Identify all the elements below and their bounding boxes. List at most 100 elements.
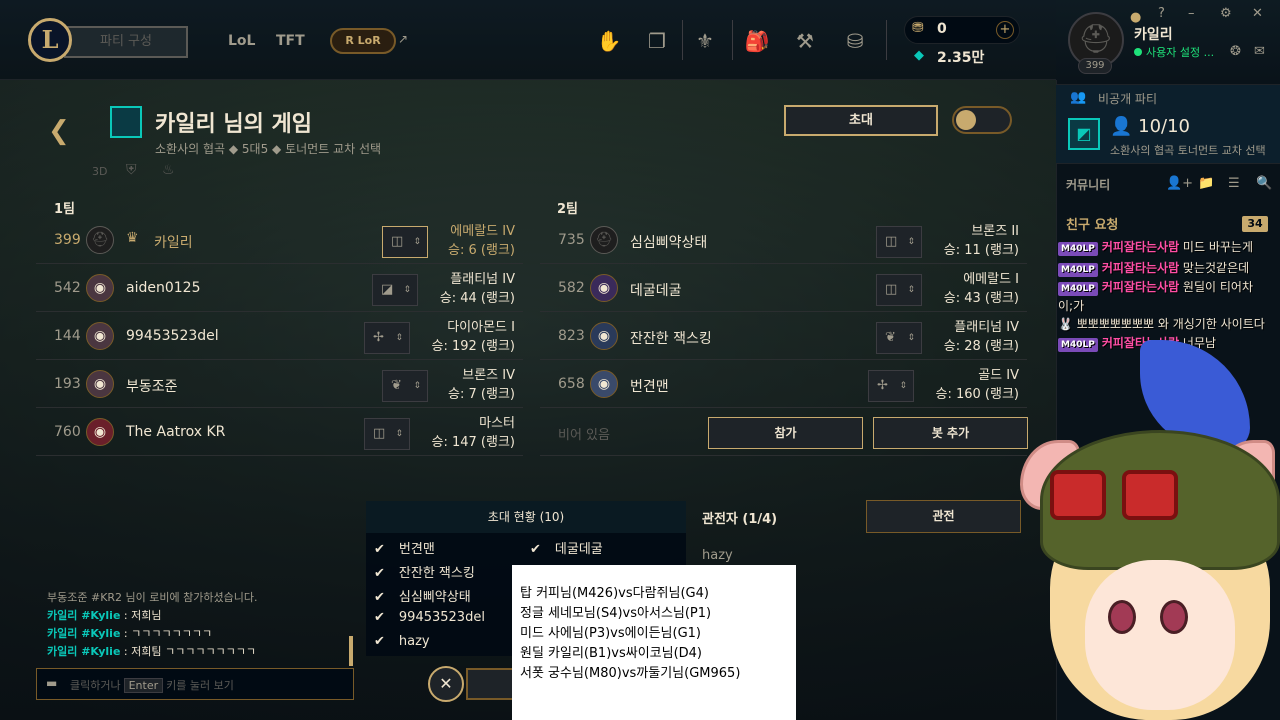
- player-rank: 플래티넘 IV 승: 28 (랭크): [943, 320, 1019, 354]
- chat-placeholder: 클릭하거나 Enter 키를 눌러 보기: [70, 678, 234, 693]
- shield-icon: ⛨: [126, 162, 137, 178]
- missions-icon[interactable]: ✋: [594, 26, 624, 56]
- player-level: 193: [54, 376, 81, 392]
- player-rank: 에메랄드 IV 승: 6 (랭크): [448, 224, 515, 258]
- team2-player-row[interactable]: 823 ◉ 잔잔한 잭스킹 ❦ ⇕ 플래티넘 IV 승: 28 (랭크): [540, 314, 1027, 360]
- team1-player-row[interactable]: 193 ◉ 부동조준 ❦ ⇕ 브론즈 IV 승: 7 (랭크): [36, 362, 523, 408]
- player-rank: 마스터 승: 147 (랭크): [431, 416, 515, 450]
- position-select[interactable]: ✢ ⇕: [364, 322, 410, 354]
- chat-bubble-icon: ▬: [46, 676, 58, 690]
- invite-button[interactable]: 초대: [784, 105, 938, 136]
- position-select[interactable]: ✢ ⇕: [868, 370, 914, 402]
- crafting-icon[interactable]: ⚒: [790, 26, 820, 56]
- player-rank: 골드 IV 승: 160 (랭크): [935, 368, 1019, 402]
- overlay-chat-line: 🐰 뽀뽀뽀뽀뽀뽀뽀 와 개싱기한 사이트다: [1058, 317, 1265, 331]
- spectate-button[interactable]: 관전: [866, 500, 1021, 533]
- team1-label: 1팀: [54, 202, 76, 217]
- profile-name[interactable]: 카일리: [1134, 24, 1173, 44]
- player-level: 582: [558, 280, 585, 296]
- player-avatar: ◉: [590, 370, 618, 398]
- avatar-goggle: [1050, 470, 1106, 520]
- avatar-face: [1085, 560, 1235, 710]
- sub-badge: M40LP: [1058, 263, 1098, 277]
- player-name: aiden0125: [126, 280, 201, 296]
- nav-lor-button[interactable]: R LoR: [330, 28, 396, 54]
- add-folder-icon[interactable]: 📁: [1198, 176, 1214, 191]
- mail-icon[interactable]: ✉: [1254, 44, 1265, 59]
- avatar-goggle: [1122, 470, 1178, 520]
- close-window-icon[interactable]: ✕: [1252, 6, 1263, 21]
- overlay-chat-line: M40LP 커피잘타는사람 원딜이 티어차: [1058, 278, 1253, 296]
- avatar-eye: [1160, 600, 1188, 634]
- position-select[interactable]: ◪ ⇕: [372, 274, 418, 306]
- loot-icon[interactable]: 🎒: [742, 26, 772, 56]
- divider: [886, 20, 887, 60]
- status-dot-icon: ●: [1130, 10, 1142, 25]
- store-icon[interactable]: ⛁: [840, 26, 870, 56]
- party-build-button[interactable]: 파티 구성: [64, 26, 188, 58]
- party-game-icon: ◩: [1068, 118, 1100, 150]
- team2-player-row[interactable]: 735 ⛑ 심심삐약상태 ◫ ⇕ 브론즈 II 승: 11 (랭크): [540, 218, 1027, 264]
- private-party-label: 비공개 파티: [1098, 92, 1158, 106]
- player-level: 399: [54, 232, 81, 248]
- riot-points-icon: ⛃: [912, 20, 924, 36]
- team2-player-row[interactable]: 658 ◉ 번견맨 ✢ ⇕ 골드 IV 승: 160 (랭크): [540, 362, 1027, 408]
- position-select[interactable]: ◫ ⇕: [382, 226, 428, 258]
- nav-tft[interactable]: TFT: [276, 33, 305, 49]
- team1-player-row[interactable]: 144 ◉ 99453523del ✢ ⇕ 다이아몬드 I 승: 192 (랭크): [36, 314, 523, 360]
- friend-requests-label[interactable]: 친구 요청: [1066, 214, 1118, 233]
- party-count-value: 10/10: [1138, 116, 1191, 137]
- sub-badge: M40LP: [1058, 338, 1098, 352]
- invite-item: ✔ 심심삐약상태: [374, 590, 471, 605]
- settings-gear-icon[interactable]: ⚙: [1220, 6, 1232, 21]
- lobby-title: 카일리 님의 게임: [155, 112, 312, 137]
- party-mode: 소환사의 협곡 토너먼트 교차 선택: [1110, 144, 1266, 157]
- invite-item: ✔ 번견맨: [374, 542, 435, 557]
- collection-icon[interactable]: ❐: [642, 26, 672, 56]
- party-type-toggle[interactable]: [952, 106, 1012, 134]
- chat-scrollbar[interactable]: [349, 636, 353, 666]
- fire-icon: ♨: [162, 162, 175, 178]
- list-view-icon[interactable]: ☰: [1228, 176, 1240, 191]
- crown-icon: ♛: [126, 230, 139, 246]
- team1-player-row[interactable]: 542 ◉ aiden0125 ◪ ⇕ 플래티넘 IV 승: 44 (랭크): [36, 266, 523, 312]
- team1-player-row[interactable]: 399 ⛑ ♛ 카일리 ◫ ⇕ 에메랄드 IV 승: 6 (랭크): [36, 218, 523, 264]
- player-level: 658: [558, 376, 585, 392]
- team2-player-row[interactable]: 582 ◉ 데굴데굴 ◫ ⇕ 에메랄드 I 승: 43 (랭크): [540, 266, 1027, 312]
- add-friend-icon[interactable]: 👤+: [1166, 176, 1193, 191]
- sub-badge: M40LP: [1058, 242, 1098, 256]
- ranked-emblem-icon[interactable]: ❂: [1230, 44, 1241, 59]
- tft-crest-icon[interactable]: ⚜: [690, 26, 720, 56]
- invite-status-header: 초대 현황 (10): [366, 501, 686, 533]
- player-avatar: ◉: [590, 322, 618, 350]
- help-icon[interactable]: ?: [1158, 6, 1165, 21]
- player-avatar: ⛑: [590, 226, 618, 254]
- note-line: 정글 세네모님(S4)vs아서스님(P1): [520, 606, 712, 621]
- friend-requests-badge: 34: [1242, 216, 1268, 232]
- invite-item: ✔ hazy: [374, 634, 430, 649]
- sub-badge: M40LP: [1058, 282, 1098, 296]
- player-avatar: ◉: [590, 274, 618, 302]
- nav-lol[interactable]: LoL: [228, 33, 255, 49]
- position-select[interactable]: ❦ ⇕: [876, 322, 922, 354]
- league-logo-button[interactable]: L: [28, 18, 72, 62]
- search-icon[interactable]: 🔍: [1256, 176, 1272, 191]
- profile-status[interactable]: 사용자 설정 ...: [1146, 44, 1214, 60]
- position-select[interactable]: ◫ ⇕: [364, 418, 410, 450]
- avatar-eye: [1108, 600, 1136, 634]
- leave-lobby-button[interactable]: ✕: [428, 666, 464, 702]
- join-button[interactable]: 참가: [708, 417, 863, 449]
- buy-rp-button[interactable]: +: [996, 21, 1014, 39]
- minimize-icon[interactable]: –: [1188, 6, 1195, 21]
- riot-points-value: 0: [937, 21, 947, 37]
- add-bot-button[interactable]: 봇 추가: [873, 417, 1028, 449]
- matchup-note-overlay: 탑 커피님(M426)vs다람쥐님(G4) 정글 세네모님(S4)vs아서스님(…: [512, 565, 796, 720]
- back-chevron-icon[interactable]: ❮: [48, 116, 70, 146]
- overlay-chat-line: 이;가: [1058, 299, 1085, 313]
- invite-item: ✔ 99453523del: [374, 610, 485, 625]
- position-select[interactable]: ◫ ⇕: [876, 274, 922, 306]
- position-select[interactable]: ◫ ⇕: [876, 226, 922, 258]
- spectators-label: 관전자 (1/4): [702, 512, 778, 527]
- team1-player-row[interactable]: 760 ◉ The Aatrox KR ◫ ⇕ 마스터 승: 147 (랭크): [36, 410, 523, 456]
- position-select[interactable]: ❦ ⇕: [382, 370, 428, 402]
